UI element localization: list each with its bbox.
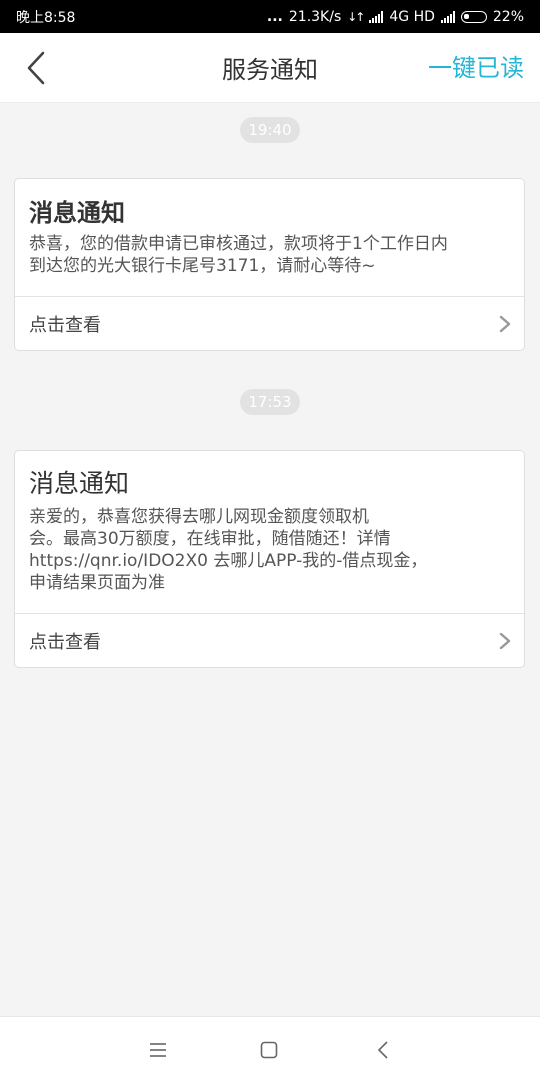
chevron-left-icon [27,51,45,85]
message-content: 亲爱的，恭喜您获得去哪儿网现金额度领取机 会。最高30万额度，在线审批，随借随还… [29,506,510,594]
network-speed: 21.3K/s [288,8,342,25]
message-title: 消息通知 [29,199,125,227]
home-button[interactable] [254,1035,284,1065]
message-title: 消息通知 [29,469,130,498]
status-time: 晚上8:58 [16,9,76,26]
message-card: 消息通知 亲爱的，恭喜您获得去哪儿网现金额度领取机 会。最高30万额度，在线审批… [14,450,525,668]
system-back-button[interactable] [368,1035,398,1065]
signal-icon-secondary [440,10,455,23]
back-icon [378,1041,388,1059]
view-details-label: 点击查看 [29,314,101,336]
view-details-row[interactable]: 点击查看 [15,613,524,667]
back-button[interactable] [18,49,54,87]
battery-level: 22% [492,8,524,25]
network-type: 4G HD [389,8,435,25]
status-dots: ... [266,8,283,25]
home-square-icon [260,1041,278,1059]
message-line: 申请结果页面为准 [29,573,165,593]
data-transfer-icon: ↓↑ [347,9,365,24]
message-line: 会。最高30万额度，在线审批，随借随还！详情 [29,529,391,549]
view-details-row[interactable]: 点击查看 [15,296,524,350]
menu-button[interactable] [143,1035,173,1065]
signal-icon [369,10,384,23]
chevron-right-icon [499,632,511,649]
message-timestamp: 19:40 [240,117,300,143]
status-indicators: ... 21.3K/s ↓↑ 4G HD 22% [267,9,524,25]
message-line: 恭喜，您的借款申请已审核通过，款项将于1个工作日内 [29,234,448,254]
message-line: 亲爱的，恭喜您获得去哪儿网现金额度领取机 [29,507,369,527]
message-line: 到达您的光大银行卡尾号3171，请耐心等待~ [29,256,376,276]
message-line: https://qnr.io/IDO2X0 去哪儿APP-我的-借点现金， [29,551,428,571]
message-content: 恭喜，您的借款申请已审核通过，款项将于1个工作日内 到达您的光大银行卡尾号317… [29,233,510,277]
menu-icon [150,1043,166,1057]
header: 服务通知 一键已读 [0,33,540,103]
page-title: 服务通知 [222,56,318,84]
system-nav-bar [0,1016,540,1080]
battery-icon [460,10,487,23]
message-timestamp: 17:53 [240,389,300,415]
status-bar: 晚上8:58 ... 21.3K/s ↓↑ 4G HD 22% [0,0,540,33]
mark-all-read-button[interactable]: 一键已读 [428,33,524,103]
message-card: 消息通知 恭喜，您的借款申请已审核通过，款项将于1个工作日内 到达您的光大银行卡… [14,178,525,351]
chevron-right-icon [499,315,511,332]
view-details-label: 点击查看 [29,631,101,653]
